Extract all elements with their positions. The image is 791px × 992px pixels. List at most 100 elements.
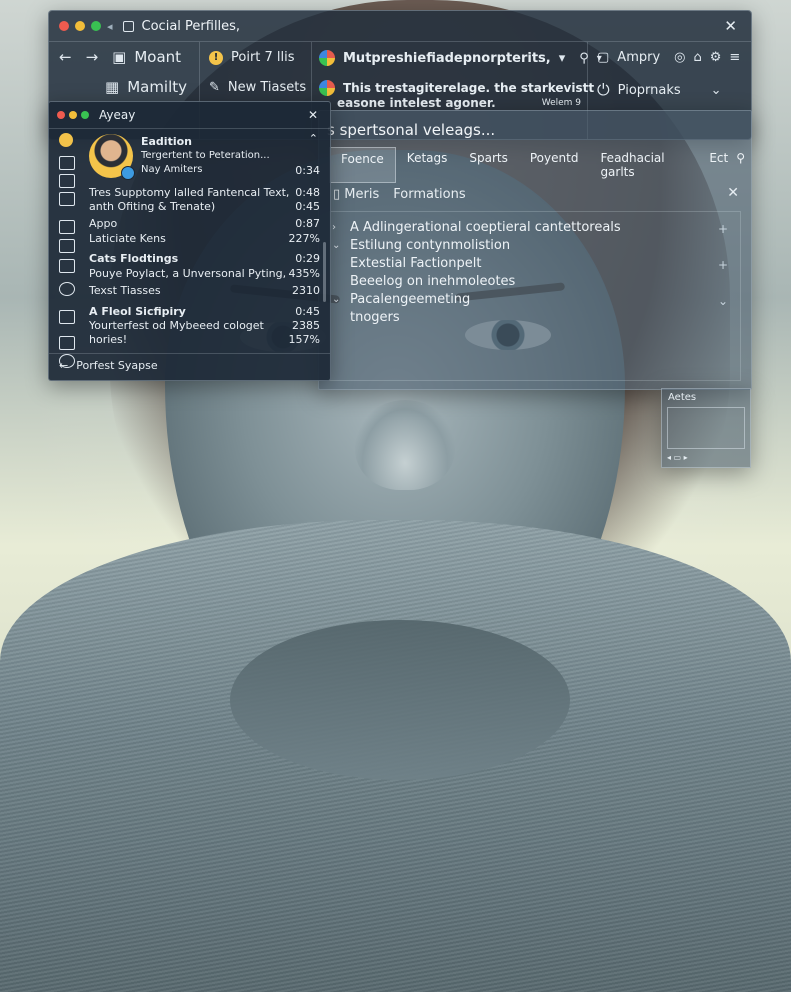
scrollbar[interactable] — [323, 242, 326, 302]
row-label[interactable]: hories! — [89, 333, 127, 346]
row-label[interactable]: Texst Tiasses — [89, 284, 161, 297]
window-icon — [122, 20, 134, 32]
list-item[interactable]: Estilung contynmolistion — [350, 238, 510, 253]
footer-link[interactable]: Porfest Syapse — [76, 359, 157, 372]
chevron-icon-right-side[interactable]: ⌄ — [718, 294, 728, 308]
nav-item-moant[interactable]: Moant — [134, 48, 181, 66]
document-icon: ▢ — [597, 50, 610, 65]
panel-heading: s spertsonal veleags... — [327, 121, 496, 139]
tab-feadhacial[interactable]: Feadhacial garlts — [589, 147, 698, 183]
main-titlebar: ◂ Cocial Perfilles, ✕ — [49, 11, 751, 42]
list-item[interactable]: tnogers — [350, 310, 400, 325]
row-label[interactable]: anth Ofiting & Trenate) — [89, 200, 215, 213]
chevron-down-icon-5[interactable]: ⌄ — [332, 294, 340, 305]
col2-row-1: ! Poirt 7 llis — [209, 50, 295, 65]
image-icon[interactable] — [59, 174, 75, 188]
footer: ← Porfest Syapse — [59, 359, 158, 372]
close-icon[interactable]: ✕ — [720, 17, 741, 35]
folder-icon[interactable] — [59, 220, 75, 234]
mini-panel-label: Aetes — [668, 392, 697, 403]
col4-row-2: ⏻ Pioprnaks ⌄ — [597, 80, 722, 100]
profile-titlebar: Ayeay ✕ — [49, 102, 330, 129]
gear-icon[interactable]: ⚙ — [710, 50, 722, 65]
camera-icon[interactable] — [59, 336, 75, 350]
col4-item-ampry[interactable]: Ampry — [617, 50, 660, 65]
row-label[interactable]: A Fleol Sicfipiry — [89, 305, 186, 318]
chat-icon[interactable] — [59, 192, 75, 206]
home-icon[interactable]: ⌂ — [694, 50, 702, 65]
chevron-down-icon-4[interactable]: ⌄ — [332, 240, 340, 251]
tab-sparts[interactable]: Sparts — [458, 147, 518, 183]
mail-icon[interactable] — [59, 259, 75, 273]
close-icon[interactable]: ✕ — [304, 108, 322, 122]
row-label[interactable]: Tres Supptomy lalled Fantencal Text, — [89, 186, 289, 199]
copy-icon[interactable] — [59, 156, 75, 170]
close-dot[interactable] — [59, 21, 69, 31]
chevron-down-icon[interactable]: ▾ — [559, 51, 566, 66]
plus-icon[interactable]: + — [718, 222, 728, 236]
mini-panel: Aetes ◂ ▭ ▸ — [661, 388, 751, 468]
menu-icon[interactable]: ≡ — [729, 50, 740, 65]
tab-ketags[interactable]: Ketags — [396, 147, 459, 183]
media-icon[interactable] — [59, 239, 75, 253]
row-label[interactable]: Yourterfest od Mybeeed cologet — [89, 319, 264, 332]
list-item[interactable]: Pacalengeemeting — [350, 292, 470, 307]
row-value: 0:45 — [295, 200, 320, 213]
list-item[interactable]: Beeelog on inehmoleotes — [350, 274, 515, 289]
nav-item-mamilty[interactable]: Mamilty — [127, 78, 187, 96]
mini-panel-controls[interactable]: ◂ ▭ ▸ — [667, 453, 688, 462]
smiley-icon[interactable] — [59, 133, 73, 147]
forward-arrow-icon[interactable]: → — [86, 48, 99, 66]
nav-row-2: ▦ Mamilty — [105, 78, 187, 96]
back-arrow-icon[interactable]: ← — [59, 48, 72, 66]
col2-item-2[interactable]: New Tiasets — [228, 80, 306, 95]
profile-window: Ayeay ✕ Eadition ⌃ Tergertent to Peterat… — [48, 101, 331, 381]
alert-icon: ! — [209, 50, 223, 65]
col3-row-3: easone intelest agoner. Welem 9 — [337, 96, 581, 110]
minimize-dot[interactable] — [75, 21, 85, 31]
back-arrow-icon[interactable]: ← — [59, 359, 68, 372]
target-icon[interactable]: ◎ — [674, 50, 685, 65]
plus-icon-2[interactable]: + — [718, 258, 728, 272]
col4-item-pioprnaks[interactable]: Pioprnaks — [618, 83, 681, 98]
sub-tab-meris-label: Meris — [344, 187, 380, 202]
minimize-dot[interactable] — [69, 111, 77, 119]
maximize-dot[interactable] — [81, 111, 89, 119]
col3-heading[interactable]: Mutpreshiefiadepnorpterits, — [343, 51, 551, 66]
tab-ect[interactable]: Ect — [698, 147, 730, 183]
row-label[interactable]: Appo — [89, 217, 117, 230]
tab-foence[interactable]: Foence — [329, 147, 396, 183]
col2-row-2: ✎ New Tiasets — [209, 80, 306, 95]
col3-row-1: Mutpreshiefiadepnorpterits, ▾ ⚲ ▾ — [319, 50, 602, 66]
row-label[interactable]: Laticiate Kens — [89, 232, 166, 245]
mini-panel-box[interactable] — [667, 407, 745, 449]
tab-search-icon[interactable]: ⚲ — [730, 147, 751, 183]
sub-close-icon[interactable]: ✕ — [727, 185, 739, 201]
list-icon[interactable] — [59, 310, 75, 324]
sub-tab-formations[interactable]: Formations — [393, 187, 465, 202]
chevron-down-icon-3[interactable]: ⌄ — [711, 83, 722, 98]
maximize-dot[interactable] — [91, 21, 101, 31]
chevron-right-icon[interactable]: › — [332, 222, 336, 233]
app-icon: ▣ — [112, 48, 127, 66]
list-item[interactable]: A Adlingerational coeptieral cantettorea… — [350, 220, 621, 235]
col2-item-1[interactable]: Poirt 7 llis — [231, 50, 295, 65]
col3-line-2a: This trestagiterelage. the starkevistt — [343, 81, 595, 95]
row-value: 0:87 — [295, 217, 320, 230]
verified-badge-icon — [121, 166, 135, 180]
power-icon[interactable] — [59, 282, 75, 296]
col4-row-1: ▢ Ampry ◎ ⌂ ⚙ ≡ — [597, 50, 740, 65]
sub-tab-meris[interactable]: ▯ Meris — [333, 187, 379, 202]
row-label[interactable]: Cats Flodtings — [89, 252, 178, 265]
row-value: 2310 — [292, 284, 320, 297]
col3-line-2c: Welem 9 — [541, 98, 582, 108]
footer-divider — [49, 353, 330, 354]
row-value: 0:48 — [295, 186, 320, 199]
globe-icon — [319, 50, 335, 66]
power-icon[interactable]: ⏻ — [597, 80, 610, 100]
row-label[interactable]: Pouye Poylact, a Unversonal Pyting, — [89, 267, 286, 280]
close-dot[interactable] — [57, 111, 65, 119]
chevron-up-icon[interactable]: ⌃ — [305, 132, 322, 145]
list-item[interactable]: Extestial Factionpelt — [350, 256, 481, 271]
tab-poyentd[interactable]: Poyentd — [519, 147, 590, 183]
